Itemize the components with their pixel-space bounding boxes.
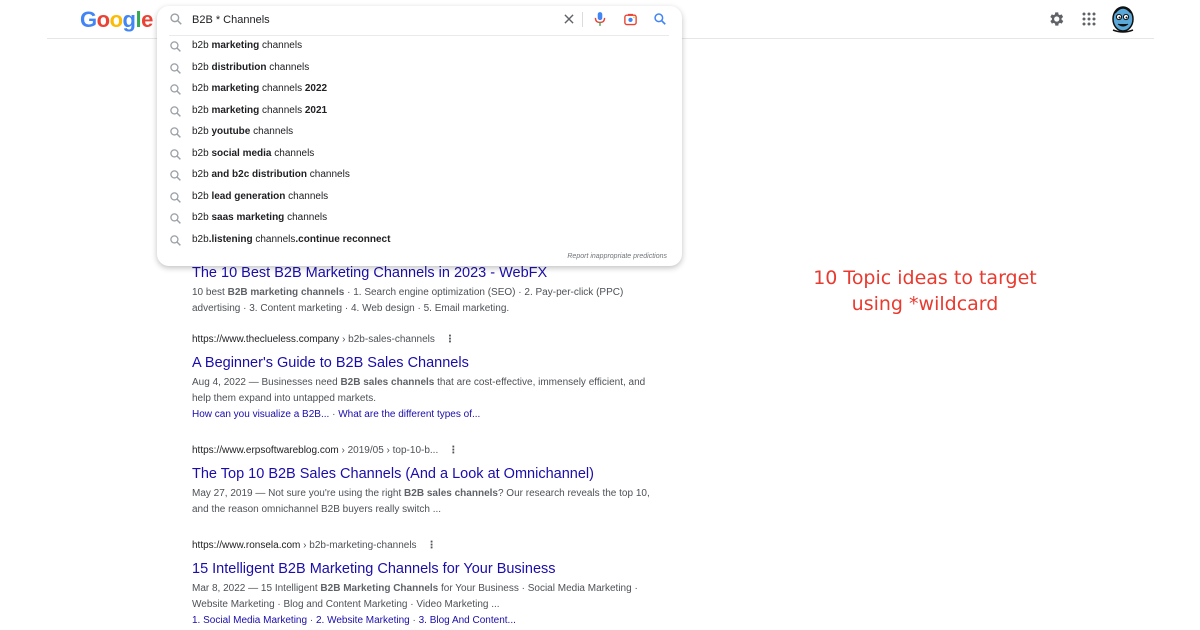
report-predictions-link[interactable]: Report inappropriate predictions bbox=[567, 253, 667, 260]
logo-letter: e bbox=[141, 7, 153, 32]
suggestion-item[interactable]: b2b and b2c distribution channels bbox=[157, 164, 682, 186]
result-domain: https://www.erpsoftwareblog.com bbox=[192, 445, 339, 456]
suggestion-text: b2b saas marketing channels bbox=[192, 212, 328, 223]
more-options-icon[interactable]: ⋮ bbox=[427, 539, 437, 553]
more-options-icon[interactable]: ⋮ bbox=[448, 444, 458, 458]
google-logo[interactable]: Google bbox=[80, 7, 153, 33]
result-url[interactable]: https://www.theclueless.company › b2b-sa… bbox=[192, 333, 652, 347]
search-icon bbox=[169, 234, 182, 256]
suggestion-text: b2b marketing channels 2021 bbox=[192, 104, 328, 116]
suggestion-text: b2b and b2c distribution channels bbox=[192, 169, 350, 180]
result-item: https://www.ronsela.com › b2b-marketing-… bbox=[192, 539, 652, 629]
suggestion-text: b2b marketing channels 2022 bbox=[192, 83, 328, 94]
result-path: › 2019/05 › top-10-b... bbox=[338, 445, 439, 456]
suggestion-text: b2b lead generation channels bbox=[192, 190, 329, 202]
suggestions-list: b2b marketing channels b2b distribution c… bbox=[157, 35, 682, 250]
suggestion-item[interactable]: b2b marketing channels 2021 bbox=[157, 100, 682, 122]
result-snippet: Mar 8, 2022 — 15 Intelligent B2B Marketi… bbox=[192, 583, 638, 610]
result-snippet: 10 best B2B marketing channels · 1. Sear… bbox=[192, 287, 624, 314]
result-url[interactable]: https://www.ronsela.com › b2b-marketing-… bbox=[192, 539, 652, 553]
suggestion-item[interactable]: b2b youtube channels bbox=[157, 121, 682, 143]
google-apps-grid-icon[interactable] bbox=[1081, 11, 1097, 32]
result-title[interactable]: The Top 10 B2B Sales Channels (And a Loo… bbox=[192, 464, 652, 484]
result-item: The 10 Best B2B Marketing Channels in 20… bbox=[192, 257, 652, 317]
annotation-text: 10 Topic ideas to target using *wildcard bbox=[800, 265, 1050, 317]
suggestion-text: b2b youtube channels bbox=[192, 126, 294, 137]
search-input[interactable] bbox=[192, 11, 572, 29]
more-options-icon[interactable]: ⋮ bbox=[445, 333, 455, 347]
logo-letter: g bbox=[122, 7, 136, 32]
suggestion-item[interactable]: b2b social media channels bbox=[157, 143, 682, 165]
suggestion-text: b2b distribution channels bbox=[192, 61, 310, 73]
account-avatar[interactable] bbox=[1109, 3, 1137, 38]
result-item: https://www.erpsoftwareblog.com › 2019/0… bbox=[192, 444, 652, 518]
result-sitelinks: How can you visualize a B2B... · What ar… bbox=[192, 409, 481, 420]
result-path: › b2b-sales-channels bbox=[339, 334, 435, 345]
result-title[interactable]: A Beginner's Guide to B2B Sales Channels bbox=[192, 353, 652, 373]
suggestion-item[interactable]: b2b lead generation channels bbox=[157, 186, 682, 208]
result-title[interactable]: 15 Intelligent B2B Marketing Channels fo… bbox=[192, 559, 652, 579]
search-submit-icon[interactable] bbox=[653, 12, 667, 31]
suggestion-item[interactable]: b2b distribution channels bbox=[157, 57, 682, 79]
sitelink[interactable]: 2. Website Marketing bbox=[316, 615, 410, 626]
logo-letter: o bbox=[109, 7, 123, 32]
sitelink[interactable]: What are the different types of... bbox=[338, 409, 480, 420]
search-box-with-suggestions: b2b marketing channels b2b distribution c… bbox=[157, 6, 682, 266]
search-divider bbox=[582, 12, 583, 27]
result-snippet: Aug 4, 2022 — Businesses need B2B sales … bbox=[192, 377, 646, 404]
annotation-line-1: 10 Topic ideas to target bbox=[813, 267, 1037, 289]
clear-icon[interactable] bbox=[562, 12, 576, 31]
result-snippet: May 27, 2019 — Not sure you're using the… bbox=[192, 488, 650, 515]
logo-letter: G bbox=[80, 7, 97, 32]
suggestion-text: b2b.listening channels.continue reconnec… bbox=[192, 233, 391, 245]
result-domain: https://www.ronsela.com bbox=[192, 540, 301, 551]
result-title[interactable]: The 10 Best B2B Marketing Channels in 20… bbox=[192, 263, 652, 283]
suggestion-text: b2b social media channels bbox=[192, 147, 315, 159]
result-sitelinks: 1. Social Media Marketing · 2. Website M… bbox=[192, 615, 516, 626]
result-path: › b2b-marketing-channels bbox=[300, 540, 417, 551]
result-domain: https://www.theclueless.company bbox=[192, 334, 340, 345]
sitelink[interactable]: 3. Blog And Content... bbox=[419, 615, 516, 626]
result-item: https://www.theclueless.company › b2b-sa… bbox=[192, 333, 652, 423]
suggestion-item[interactable]: b2b.listening channels.continue reconnec… bbox=[157, 229, 682, 251]
result-url[interactable]: https://www.erpsoftwareblog.com › 2019/0… bbox=[192, 444, 652, 458]
suggestion-item[interactable]: b2b marketing channels bbox=[157, 35, 682, 57]
search-icon bbox=[169, 12, 183, 31]
logo-letter: o bbox=[96, 7, 110, 32]
suggestion-item[interactable]: b2b saas marketing channels bbox=[157, 207, 682, 229]
suggestion-item[interactable]: b2b marketing channels 2022 bbox=[157, 78, 682, 100]
lens-icon[interactable] bbox=[623, 12, 638, 32]
annotation-line-2: using *wildcard bbox=[851, 293, 999, 315]
sitelink[interactable]: 1. Social Media Marketing bbox=[192, 615, 307, 626]
mic-icon[interactable] bbox=[593, 11, 607, 32]
sitelink[interactable]: How can you visualize a B2B... bbox=[192, 409, 329, 420]
settings-gear-icon[interactable] bbox=[1047, 10, 1065, 33]
suggestion-text: b2b marketing channels bbox=[192, 40, 303, 51]
search-bar bbox=[157, 6, 682, 33]
